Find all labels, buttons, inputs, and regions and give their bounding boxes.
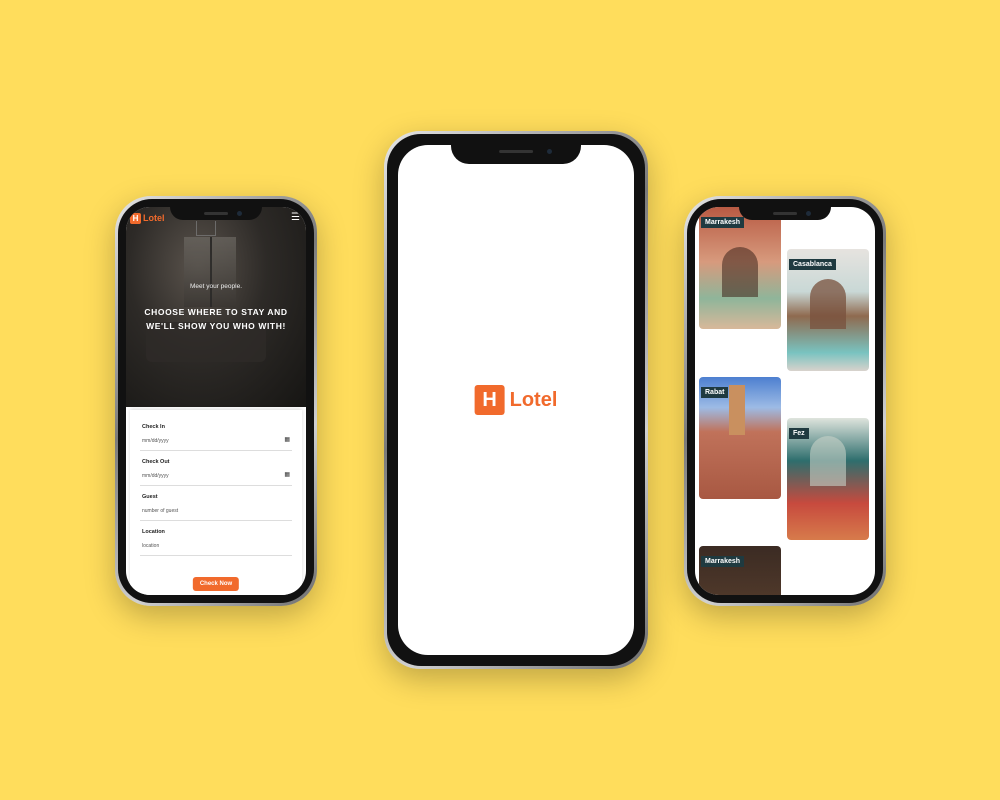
check-out-field[interactable]: Check Out mm/dd/yyyy ▦	[140, 451, 292, 486]
logo-mark-icon: H	[130, 212, 141, 224]
calendar-icon[interactable]: ▦	[284, 436, 290, 443]
logo-mark-icon: H	[474, 385, 505, 415]
city-card-rabat[interactable]: Rabat	[699, 377, 781, 499]
check-out-label: Check Out	[142, 459, 170, 465]
city-label: Marrakesh	[701, 217, 745, 228]
cities-screen: Marrakesh Casablanca Rabat Fez Marrakesh	[695, 207, 875, 595]
check-in-field[interactable]: Check In mm/dd/yyyy ▦	[140, 416, 292, 451]
splash-logo-text: Lotel	[509, 388, 558, 411]
calendar-icon[interactable]: ▦	[284, 471, 290, 478]
check-in-label: Check In	[142, 424, 165, 430]
city-label: Marrakesh	[701, 556, 745, 567]
city-card-marrakesh-2[interactable]: Marrakesh	[699, 546, 781, 595]
hero-subtitle: Meet your people.	[189, 283, 243, 290]
city-card-marrakesh[interactable]: Marrakesh	[699, 207, 781, 329]
check-in-input[interactable]: mm/dd/yyyy	[142, 438, 169, 444]
phone-notch	[739, 207, 831, 220]
splash-logo: H Lotel	[474, 385, 558, 415]
phone-cities: Marrakesh Casablanca Rabat Fez Marrakesh	[684, 196, 886, 606]
splash-screen: H Lotel	[398, 145, 634, 655]
check-out-input[interactable]: mm/dd/yyyy	[142, 473, 169, 479]
location-field[interactable]: Location location	[140, 521, 292, 556]
phone-notch	[170, 207, 262, 220]
booking-form: Check In mm/dd/yyyy ▦ Check Out mm/dd/yy…	[130, 410, 302, 595]
city-label: Rabat	[701, 387, 729, 398]
hamburger-menu-icon[interactable]: ☰	[291, 213, 300, 223]
location-input[interactable]: location	[142, 543, 159, 549]
city-label: Fez	[789, 428, 809, 439]
check-now-button[interactable]: Check Now	[192, 577, 240, 591]
phone-booking: H Lotel ☰ Meet your people. CHOOSE WHERE…	[115, 196, 317, 606]
hero-title: CHOOSE WHERE TO STAY AND WE'LL SHOW YOU …	[144, 307, 288, 331]
guest-label: Guest	[142, 494, 158, 500]
guest-input[interactable]: number of guest	[142, 508, 178, 514]
phone-splash: H Lotel	[384, 131, 648, 669]
brand-name: Lotel	[143, 213, 165, 223]
city-card-fez[interactable]: Fez	[787, 418, 869, 540]
location-label: Location	[142, 529, 165, 535]
booking-screen: H Lotel ☰ Meet your people. CHOOSE WHERE…	[126, 207, 306, 595]
phone-notch	[451, 145, 581, 164]
brand-logo[interactable]: H Lotel	[130, 212, 165, 224]
guest-field[interactable]: Guest number of guest	[140, 486, 292, 521]
city-label: Casablanca	[789, 259, 836, 270]
city-card-casablanca[interactable]: Casablanca	[787, 249, 869, 371]
